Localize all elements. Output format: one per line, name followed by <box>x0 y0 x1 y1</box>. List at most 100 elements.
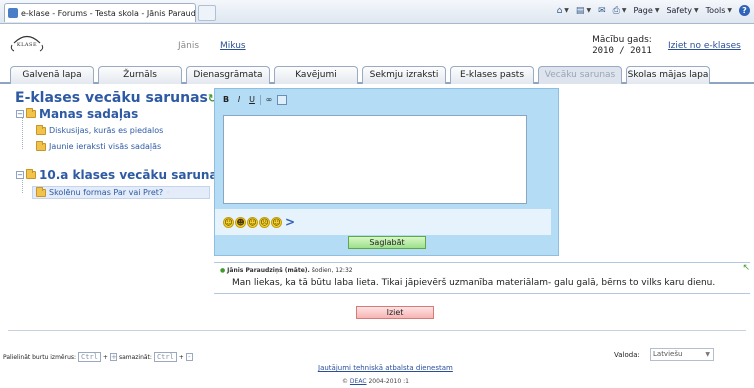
ctrl-key: Ctrl <box>78 352 101 362</box>
copyright-years: 2004-2010 :1 <box>368 378 409 385</box>
chevron-down-icon: ▼ <box>564 7 569 14</box>
italic-button[interactable]: I <box>234 94 244 105</box>
tree-item-label: Jaunie ieraksti visās sadaļās <box>49 142 162 151</box>
bold-button[interactable]: B <box>221 94 231 105</box>
browser-tab[interactable]: e-klase - Forums - Testa skola - Jānis P… <box>4 3 196 22</box>
folder-open-icon <box>26 108 36 118</box>
smiley-grin-icon[interactable]: ☻ <box>235 216 246 228</box>
plus-sign: + <box>102 353 108 361</box>
tab-journal[interactable]: Žurnāls <box>98 66 182 84</box>
tree-section-class[interactable]: − 10.a klases vecāku sarunas ◦ <box>16 168 232 182</box>
smiley-smile-icon[interactable]: ☺ <box>271 216 282 228</box>
support-link[interactable]: Jautājumi tehniskā atbalsta dienestam <box>318 364 453 372</box>
folder-open-icon <box>26 169 36 179</box>
app-header: KLASE Jānis Mikus Mācību gads: 2010 / 20… <box>0 24 754 62</box>
mail-button[interactable]: ✉ <box>598 6 606 16</box>
language-select[interactable]: Latviešu ▼ <box>650 348 714 361</box>
tab-grade-reports[interactable]: Sekmju izraksti <box>362 66 446 84</box>
chevron-down-icon: ▼ <box>654 7 660 14</box>
chevron-down-icon: ▼ <box>727 7 732 14</box>
smiley-wink-icon[interactable]: ☺ <box>247 216 258 228</box>
collapse-toggle-icon[interactable]: − <box>16 110 24 118</box>
safety-menu[interactable]: Safety ▼ <box>666 6 698 15</box>
folder-icon <box>36 186 46 197</box>
tab-home[interactable]: Galvenā lapa <box>10 66 94 84</box>
tree-item-label: Skolēnu formas Par vai Pret? <box>49 188 164 197</box>
print-button[interactable]: ⎙ ▼ <box>613 6 627 16</box>
help-icon[interactable]: ? <box>739 5 750 16</box>
smiley-bar: ☺ ☻ ☺ ☹ ☺ > <box>215 209 551 235</box>
logo-text: KLASE <box>16 42 38 48</box>
message-body: Man liekas, ka tā būtu laba lieta. Tikai… <box>232 278 716 288</box>
tab-absences[interactable]: Kavējumi <box>274 66 358 84</box>
school-year-label: Mācību gads: <box>592 35 652 45</box>
message-time: šodien, 12:32 <box>311 267 353 274</box>
tab-parent-talks[interactable]: Vecāku sarunas <box>538 66 622 84</box>
language-value: Latviešu <box>653 350 683 358</box>
smiley-sad-icon[interactable]: ☹ <box>259 216 270 228</box>
folder-icon <box>36 124 46 135</box>
collapse-toggle-icon[interactable]: − <box>16 171 24 179</box>
tab-diary[interactable]: Dienasgrāmata <box>186 66 270 84</box>
message-textarea[interactable] <box>223 115 527 204</box>
tools-menu[interactable]: Tools ▼ <box>706 6 732 15</box>
browser-tab-title: e-klase - Forums - Testa skola - Jānis P… <box>21 8 196 18</box>
ie-favicon-icon <box>8 8 18 18</box>
status-dot-icon: ◦ <box>166 188 171 197</box>
tree-connector <box>22 117 23 149</box>
smiley-happy-icon[interactable]: ☺ <box>223 216 234 228</box>
tree-section-label: 10.a klases vecāku sarunas <box>39 168 225 182</box>
reply-editor: B I U ∞ ☺ ☻ ☺ ☹ ☺ > Saglabāt <box>214 88 559 256</box>
tree-item-label: Diskusijas, kurās es piedalos <box>49 126 164 135</box>
link-icon[interactable]: ∞ <box>264 94 274 105</box>
feeds-button[interactable]: ▤ ▼ <box>576 6 591 16</box>
language-label: Valoda: <box>614 351 640 359</box>
forum-title-text: E-klases vecāku sarunas <box>15 90 208 106</box>
message-meta: ● Jānis Paraudziņš (māte). šodien, 12:32 <box>220 267 353 274</box>
image-icon[interactable] <box>277 94 287 105</box>
tree-section-label: Manas sadaļas <box>39 107 139 121</box>
exit-button[interactable]: Iziet <box>356 306 434 319</box>
print-icon: ⎙ <box>612 5 620 16</box>
browser-command-bar: ⌂ ▼ ▤ ▼ ✉ ⎙ ▼ Page ▼ Safety ▼ Tools ▼ ? <box>557 5 750 16</box>
user-name-link[interactable]: Mikus <box>220 41 246 51</box>
copyright-symbol: © <box>342 378 348 385</box>
minus-key: - <box>185 353 193 361</box>
tree-item-selected[interactable]: Skolēnu formas Par vai Pret? ◦ <box>36 186 171 197</box>
forum-message: ● Jānis Paraudziņš (māte). šodien, 12:32… <box>214 262 750 294</box>
home-button[interactable]: ⌂ ▼ <box>557 6 569 16</box>
toolbar-divider <box>260 94 261 105</box>
tree-item[interactable]: Diskusijas, kurās es piedalos <box>36 124 164 135</box>
safety-menu-label: Safety <box>666 6 693 15</box>
tab-school-website[interactable]: Skolas mājas lapa <box>626 66 710 84</box>
logout-link[interactable]: Iziet no e-klases <box>668 41 741 51</box>
page-menu[interactable]: Page ▼ <box>633 6 659 15</box>
tools-menu-label: Tools <box>705 6 726 15</box>
deac-link[interactable]: DEAC <box>350 378 367 385</box>
school-year-value: 2010 / 2011 <box>592 46 652 56</box>
browser-toolbar: e-klase - Forums - Testa skola - Jānis P… <box>0 0 754 24</box>
plus-key: + <box>109 353 117 361</box>
tree-item[interactable]: Jaunie ieraksti visās sadaļās <box>36 140 162 151</box>
new-tab-button[interactable] <box>198 5 216 21</box>
folder-icon <box>36 140 46 151</box>
footer-divider <box>8 330 746 331</box>
user-first-name: Jānis <box>178 41 200 51</box>
copyright: © DEAC 2004-2010 :1 <box>342 378 409 385</box>
tab-e-mail[interactable]: E-klases pasts <box>450 66 534 84</box>
mail-icon: ✉ <box>598 5 606 16</box>
author-status-icon: ● <box>220 267 226 274</box>
plus-sign: + <box>178 353 184 361</box>
underline-button[interactable]: U <box>247 94 257 105</box>
message-author: Jānis Paraudziņš (māte). <box>227 267 310 274</box>
editor-toolbar: B I U ∞ <box>221 94 287 105</box>
main-nav-tabs: Galvenā lapa Žurnāls Dienasgrāmata Kavēj… <box>0 62 754 84</box>
reply-corner-icon[interactable]: ↖ <box>742 263 750 273</box>
chevron-down-icon: ▼ <box>621 7 627 14</box>
more-smileys-icon[interactable]: > <box>285 215 295 229</box>
feed-icon: ▤ <box>575 5 585 16</box>
save-button[interactable]: Saglabāt <box>348 236 426 249</box>
chevron-down-icon: ▼ <box>586 7 592 14</box>
tree-section-my[interactable]: − Manas sadaļas <box>16 107 138 121</box>
home-icon: ⌂ <box>556 5 563 16</box>
